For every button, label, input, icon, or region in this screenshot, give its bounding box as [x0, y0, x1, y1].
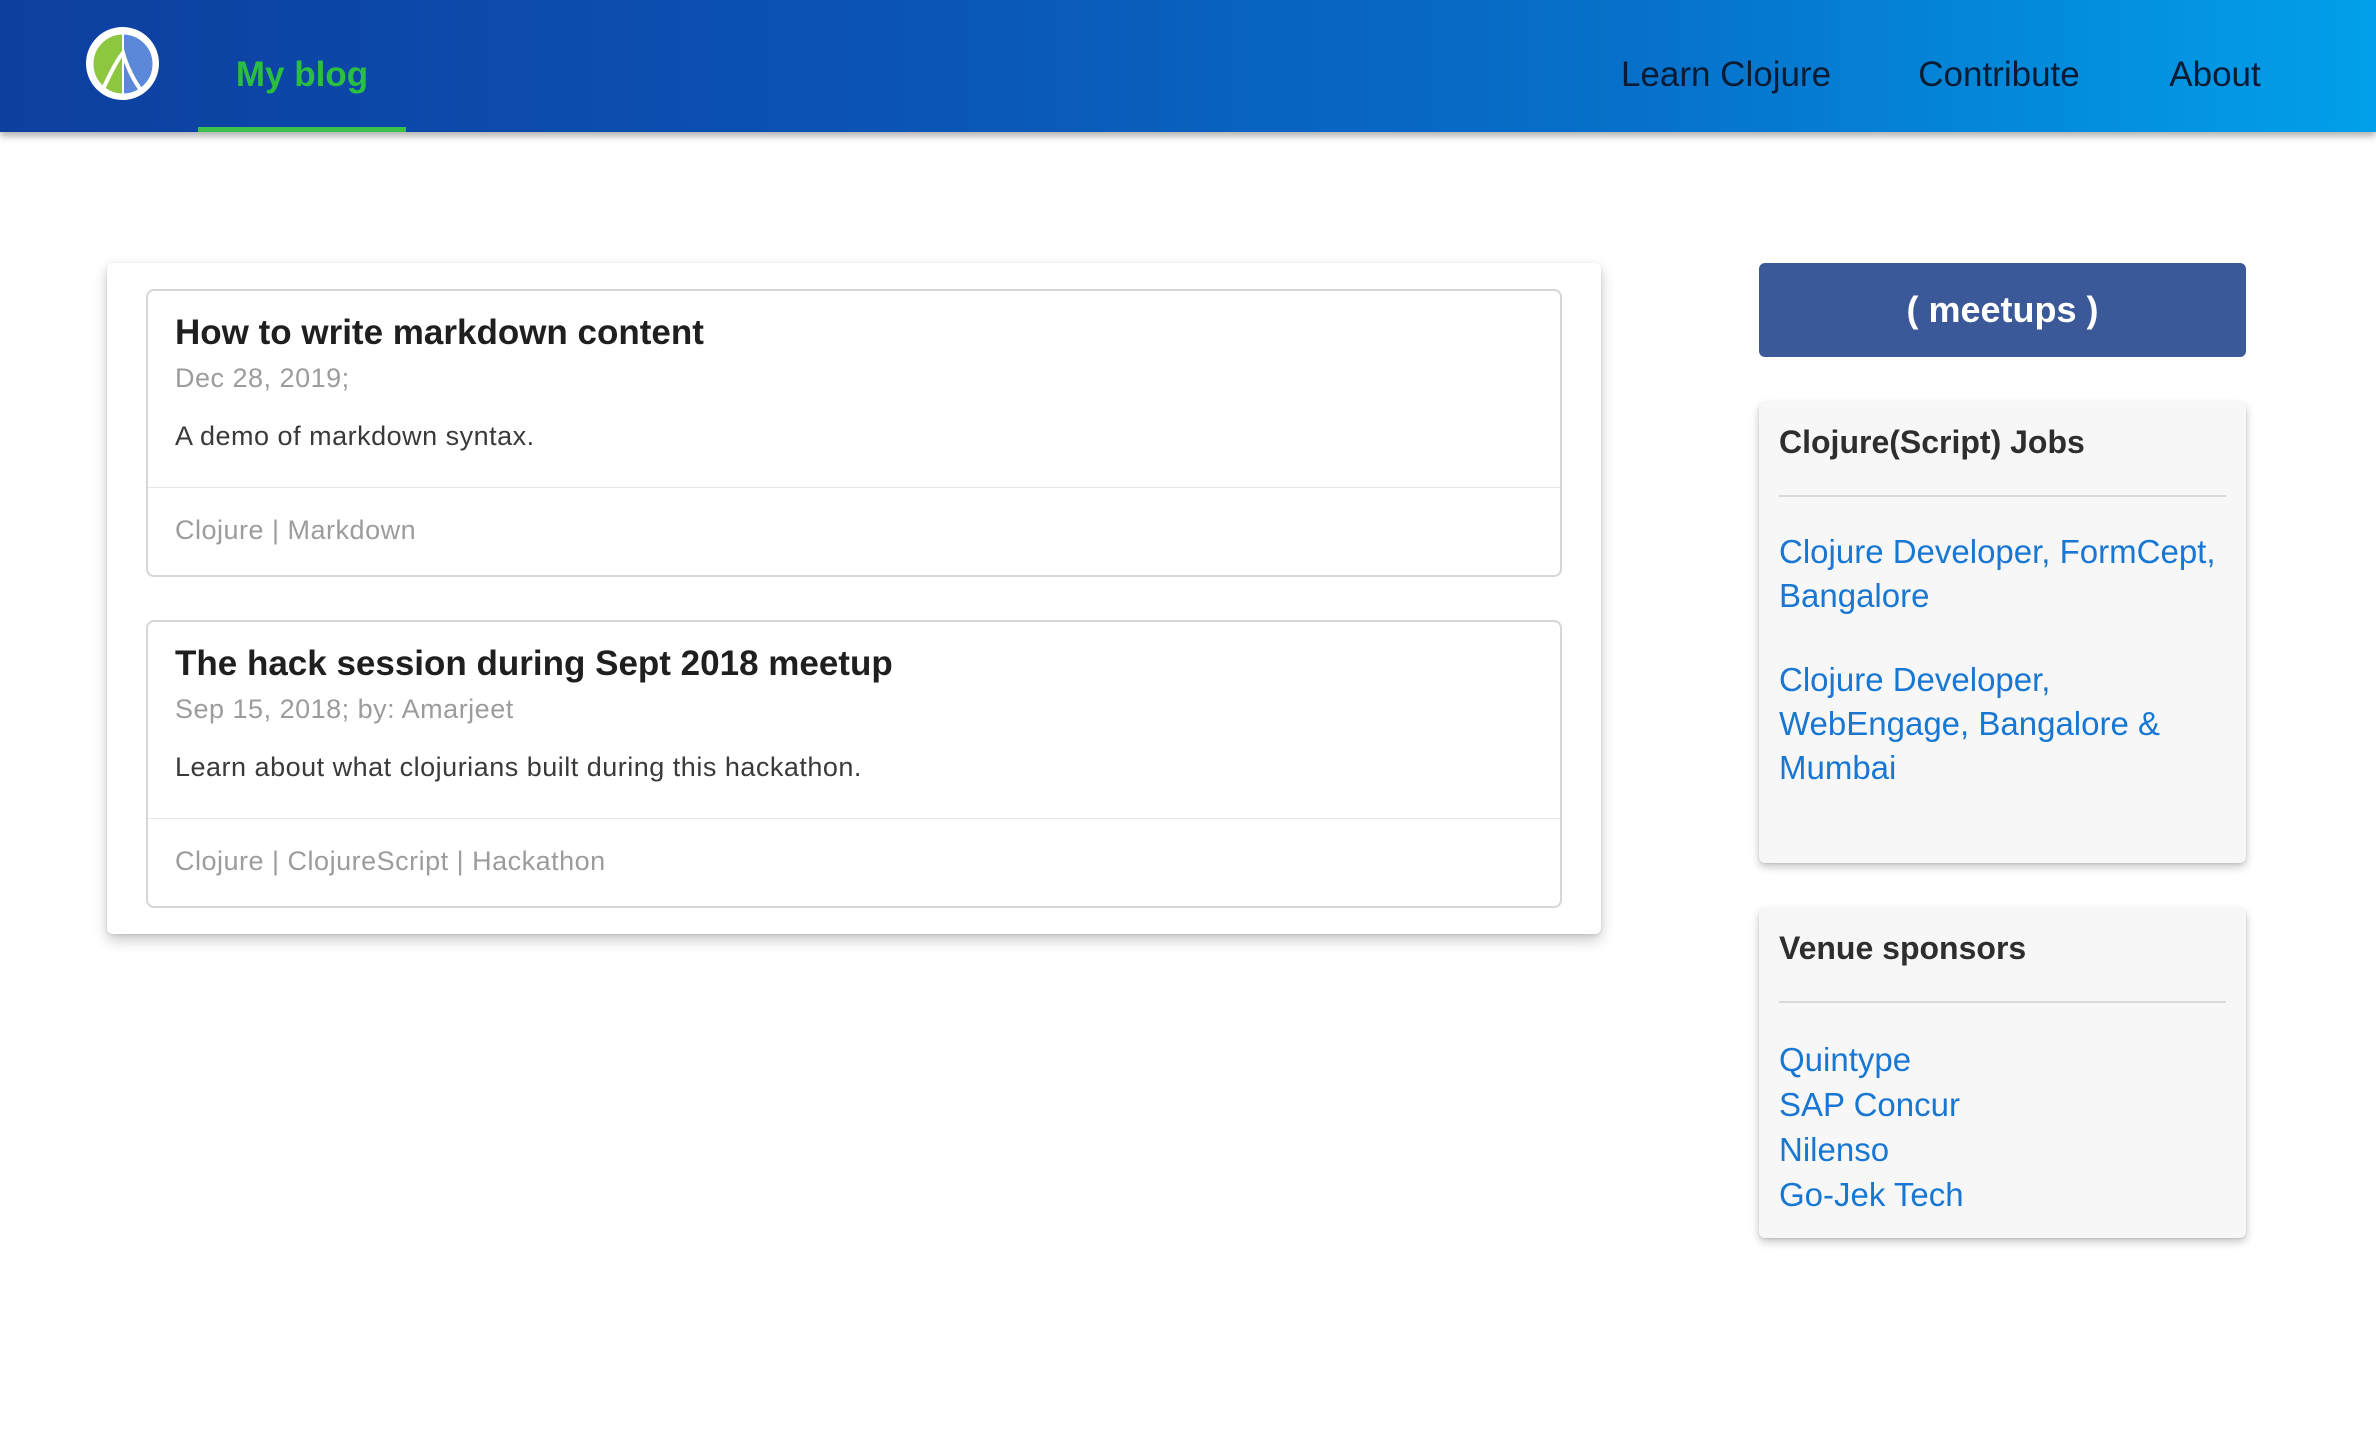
- jobs-divider: [1779, 495, 2226, 497]
- post-title-link[interactable]: How to write markdown content: [175, 313, 704, 353]
- post-tags: Clojure | Markdown: [175, 515, 417, 545]
- jobs-card: Clojure(Script) Jobs Clojure Developer, …: [1759, 402, 2246, 863]
- sponsor-link-sap-concur[interactable]: SAP Concur: [1779, 1082, 1964, 1127]
- sponsor-link-go-jek-tech[interactable]: Go-Jek Tech: [1779, 1172, 1964, 1217]
- sponsor-link-nilenso[interactable]: Nilenso: [1779, 1127, 1964, 1172]
- post-title-link[interactable]: The hack session during Sept 2018 meetup: [175, 644, 893, 684]
- posts-panel: How to write markdown content Dec 28, 20…: [107, 263, 1601, 934]
- sponsor-list: Quintype SAP Concur Nilenso Go-Jek Tech: [1779, 1037, 1964, 1217]
- nav-about[interactable]: About: [2163, 0, 2267, 132]
- nav-learn-clojure[interactable]: Learn Clojure: [1617, 0, 1835, 132]
- venue-sponsors-card: Venue sponsors Quintype SAP Concur Nilen…: [1759, 908, 2246, 1238]
- sponsors-heading: Venue sponsors: [1779, 930, 2027, 966]
- post-meta: Dec 28, 2019;: [175, 363, 350, 393]
- post-card: How to write markdown content Dec 28, 20…: [146, 289, 1562, 577]
- post-meta: Sep 15, 2018; by: Amarjeet: [175, 694, 514, 724]
- sponsors-divider: [1779, 1001, 2226, 1003]
- tab-my-blog[interactable]: My blog: [198, 0, 406, 132]
- job-link-webengage[interactable]: Clojure Developer, WebEngage, Bangalore …: [1779, 658, 2219, 790]
- nav-contribute[interactable]: Contribute: [1910, 0, 2088, 132]
- post-divider: [148, 818, 1560, 819]
- post-card: The hack session during Sept 2018 meetup…: [146, 620, 1562, 908]
- sponsor-link-quintype[interactable]: Quintype: [1779, 1037, 1964, 1082]
- post-divider: [148, 487, 1560, 488]
- job-link-formcept[interactable]: Clojure Developer, FormCept, Bangalore: [1779, 530, 2219, 618]
- post-summary: Learn about what clojurians built during…: [175, 752, 862, 782]
- jobs-heading: Clojure(Script) Jobs: [1779, 424, 2085, 460]
- post-summary: A demo of markdown syntax.: [175, 421, 535, 451]
- clojure-logo-icon[interactable]: [86, 27, 159, 100]
- post-tags: Clojure | ClojureScript | Hackathon: [175, 846, 606, 876]
- top-navbar: My blog Learn Clojure Contribute About: [0, 0, 2376, 132]
- clojure-logo-graphic: [90, 31, 155, 96]
- meetups-button[interactable]: ( meetups ): [1759, 263, 2246, 357]
